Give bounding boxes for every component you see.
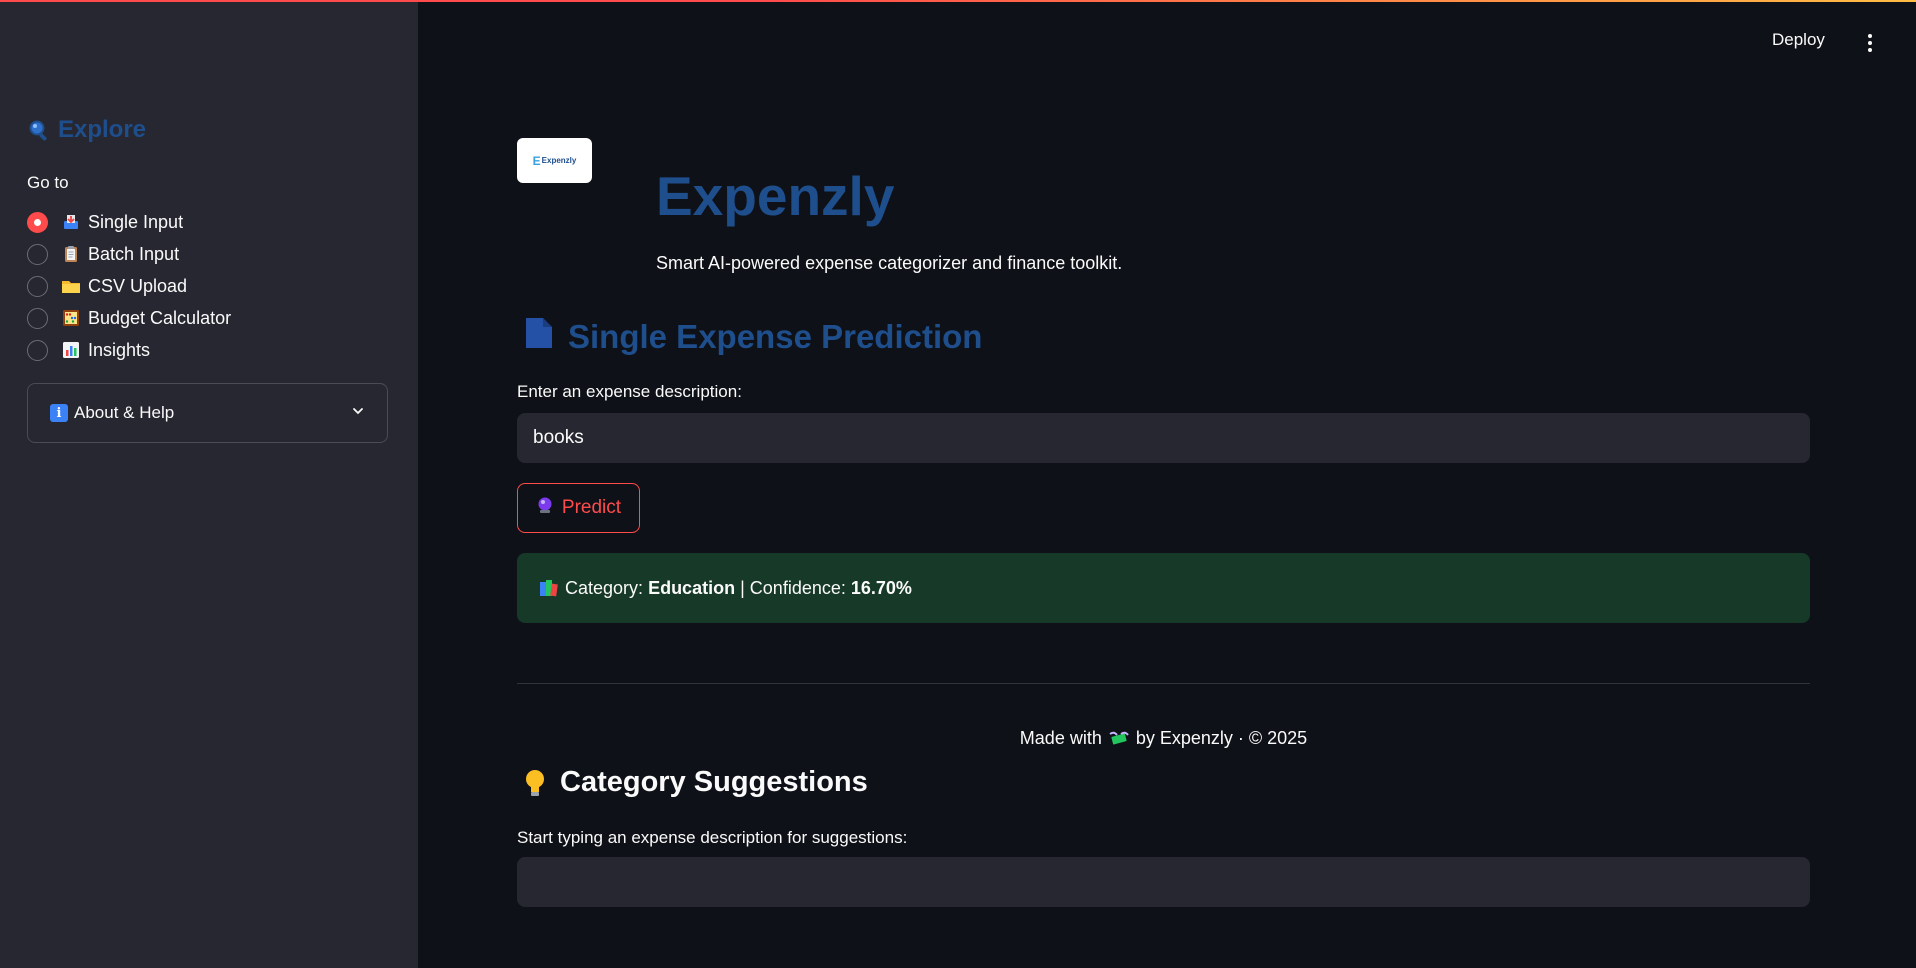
page-title: Expenzly <box>656 165 895 227</box>
magnifier-icon <box>28 119 50 141</box>
chevron-down-icon <box>351 404 365 423</box>
nav-item-insights[interactable]: Insights <box>27 334 231 366</box>
light-bulb-icon <box>524 768 546 798</box>
bar-chart-icon <box>60 339 82 361</box>
nav-item-label: Batch Input <box>88 243 180 264</box>
prediction-section-title: Single Expense Prediction <box>524 316 982 358</box>
category-value: Education <box>648 577 736 598</box>
abacus-icon <box>60 307 82 329</box>
crystal-ball-icon <box>536 496 554 520</box>
nav-item-csv-upload[interactable]: CSV Upload <box>27 270 231 302</box>
radio-button[interactable] <box>27 243 48 265</box>
books-icon <box>539 579 559 597</box>
goto-label: Go to <box>27 173 69 192</box>
logo-text: Expenzly <box>541 156 577 165</box>
expander-label: About & Help <box>74 403 175 422</box>
page-subtitle: Smart AI-powered expense categorizer and… <box>656 253 1123 273</box>
section-title-text: Single Expense Prediction <box>568 318 983 355</box>
page-document-icon <box>524 316 554 358</box>
top-decoration-line <box>0 0 1916 2</box>
nav-radio-group: Single Input Batch Input CSV Upload Budg… <box>27 206 231 366</box>
money-with-wings-icon <box>1108 730 1130 748</box>
nav-item-label: Budget Calculator <box>88 307 232 328</box>
nav-item-label: Insights <box>88 339 151 360</box>
prediction-result: Category: Education | Confidence: 16.70% <box>517 553 1810 623</box>
predict-button[interactable]: Predict <box>517 483 640 533</box>
footer-by-text: by Expenzly · © 2025 <box>1135 728 1308 748</box>
about-help-expander[interactable]: i About & Help <box>27 383 388 443</box>
footer: Made with by Expenzly · © 2025 <box>517 728 1810 749</box>
nav-item-batch-input[interactable]: Batch Input <box>27 238 231 270</box>
section-title-text: Category Suggestions <box>560 766 868 798</box>
folder-icon <box>60 275 82 297</box>
deploy-button[interactable]: Deploy <box>1772 30 1825 56</box>
suggestions-section-title: Category Suggestions <box>524 766 868 799</box>
radio-button[interactable] <box>27 307 48 329</box>
main-menu-icon[interactable] <box>1862 30 1878 56</box>
radio-button[interactable] <box>27 275 48 297</box>
inbox-tray-icon <box>60 211 82 233</box>
nav-item-label: CSV Upload <box>88 275 188 296</box>
expense-description-input[interactable] <box>517 413 1810 463</box>
divider <box>517 683 1810 684</box>
radio-button-selected[interactable] <box>27 211 48 233</box>
info-icon: i <box>50 404 68 422</box>
confidence-prefix: Confidence: <box>749 577 846 598</box>
app-logo: E Expenzly <box>517 138 592 183</box>
suggestions-input-label: Start typing an expense description for … <box>517 828 908 847</box>
radio-button[interactable] <box>27 339 48 361</box>
expense-description-label: Enter an expense description: <box>517 382 742 401</box>
sidebar: Explore Go to Single Input Batch Input C… <box>0 0 418 968</box>
sidebar-title: Explore <box>28 116 146 144</box>
predict-button-label: Predict <box>561 497 622 518</box>
nav-item-budget-calculator[interactable]: Budget Calculator <box>27 302 231 334</box>
footer-made-with: Made with <box>1019 728 1102 748</box>
confidence-value: 16.70% <box>850 577 912 598</box>
sidebar-title-text: Explore <box>58 116 147 143</box>
nav-item-single-input[interactable]: Single Input <box>27 206 231 238</box>
nav-item-label: Single Input <box>88 211 184 232</box>
result-separator: | <box>740 577 745 598</box>
suggestions-input[interactable] <box>517 857 1810 907</box>
category-prefix: Category: <box>565 577 644 598</box>
clipboard-icon <box>60 243 82 265</box>
